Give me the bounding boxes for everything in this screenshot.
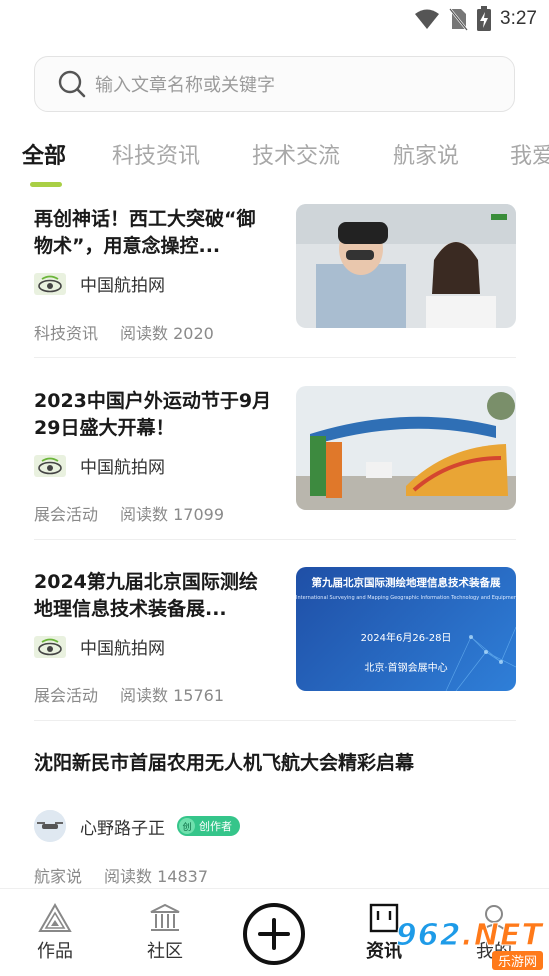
- tab-tech-news[interactable]: 科技资讯: [112, 138, 200, 170]
- status-bar: 3:27: [0, 0, 549, 40]
- article-source: 中国航拍网: [34, 634, 165, 659]
- festival-gate-image: [296, 386, 516, 510]
- article-meta: 展会活动 阅读数 17099: [34, 501, 224, 525]
- article-title: 再创神话！西工大突破“御物术”，用意念操控...: [34, 208, 256, 257]
- category-tabs: 全部 科技资讯 技术交流 航家说 我爱: [22, 138, 549, 194]
- article-reads: 阅读数 17099: [120, 505, 225, 524]
- avatar: [34, 810, 66, 842]
- article-meta: 航家说 阅读数 14837: [34, 863, 208, 887]
- no-sim-icon: [449, 8, 468, 31]
- article-title: 2023中国户外运动节于9月29日盛大开幕！: [34, 390, 272, 439]
- expo-english: International Surveying and Mapping Geog…: [296, 595, 516, 601]
- search-input[interactable]: 输入文章名称或关键字: [34, 56, 515, 112]
- watermark-suffix: .NET: [461, 918, 543, 953]
- expo-date: 2024年6月26-28日: [360, 633, 452, 644]
- source-logo-icon: [34, 635, 66, 658]
- building-community-icon: [150, 903, 180, 931]
- article-source: 中国航拍网: [34, 271, 165, 296]
- article-card-4[interactable]: 沈阳新民市首届农用无人机飞航大会精彩启幕 心野路子正 创 创作者 航家说 阅读数…: [34, 750, 516, 886]
- article-author: 心野路子正 创 创作者: [34, 810, 240, 842]
- divider: [34, 720, 516, 721]
- source-name: 中国航拍网: [80, 639, 165, 659]
- article-category: 航家说: [34, 867, 83, 886]
- article-card-2[interactable]: 2023中国户外运动节于9月29日盛大开幕！ 中国航拍网 展会活动 阅读数 17…: [34, 386, 516, 538]
- expo-headline: 第九届北京国际测绘地理信息技术装备展: [311, 577, 501, 589]
- source-name: 中国航拍网: [80, 458, 165, 478]
- article-meta: 展会活动 阅读数 15761: [34, 682, 224, 706]
- wifi-icon: [415, 9, 440, 29]
- watermark-logo: 962.NET: [395, 918, 543, 953]
- search-placeholder: 输入文章名称或关键字: [95, 75, 275, 96]
- tab-i-love[interactable]: 我爱: [510, 138, 549, 170]
- nav-label: 作品: [37, 941, 73, 962]
- article-category: 展会活动: [34, 686, 99, 705]
- watermark-digits: 962: [395, 918, 462, 953]
- expo-venue: 北京·首钢会展中心: [364, 663, 448, 674]
- source-name: 中国航拍网: [80, 276, 165, 296]
- article-reads: 阅读数 2020: [120, 324, 214, 343]
- divider: [34, 539, 516, 540]
- article-category: 展会活动: [34, 505, 99, 524]
- author-name: 心野路子正: [80, 818, 165, 839]
- triangle-works-icon: [38, 903, 72, 932]
- creator-badge-label: 创作者: [199, 820, 232, 833]
- article-thumbnail: [296, 204, 516, 328]
- vr-lab-image: [296, 204, 516, 328]
- article-card-3[interactable]: 2024第九届北京国际测绘地理信息技术装备展... 中国航拍网 展会活动 阅读数…: [34, 567, 516, 719]
- creator-badge-icon: 创: [179, 818, 195, 834]
- article-card-1[interactable]: 再创神话！西工大突破“御物术”，用意念操控... 中国航拍网 科技资讯 阅读数 …: [34, 204, 516, 356]
- article-reads: 阅读数 14837: [104, 867, 209, 886]
- article-meta: 科技资讯 阅读数 2020: [34, 320, 214, 344]
- battery-charging-icon: [477, 6, 492, 31]
- add-button[interactable]: [243, 903, 305, 965]
- watermark-subtitle: 乐游网: [491, 951, 543, 970]
- article-source: 中国航拍网: [34, 453, 165, 478]
- tab-pilot-talk[interactable]: 航家说: [393, 138, 459, 170]
- nav-community[interactable]: 社区: [130, 903, 200, 963]
- site-watermark: 962.NET 乐游网: [395, 918, 543, 970]
- bottom-navigation: 作品 社区 资讯 我的 962.NET: [0, 888, 549, 976]
- source-logo-icon: [34, 272, 66, 295]
- add-icon: [258, 918, 290, 950]
- article-thumbnail: 第九届北京国际测绘地理信息技术装备展 International Surveyi…: [296, 567, 516, 691]
- article-reads: 阅读数 15761: [120, 686, 225, 705]
- status-time: 3:27: [500, 8, 537, 29]
- source-logo-icon: [34, 454, 66, 477]
- nav-works[interactable]: 作品: [20, 903, 90, 963]
- article-title: 沈阳新民市首届农用无人机飞航大会精彩启幕: [34, 752, 415, 774]
- creator-badge: 创 创作者: [177, 816, 240, 836]
- status-icons: 3:27: [414, 6, 537, 32]
- article-thumbnail: [296, 386, 516, 510]
- tab-tech-exchange[interactable]: 技术交流: [252, 138, 340, 170]
- tab-all[interactable]: 全部: [22, 138, 66, 170]
- article-title: 2024第九届北京国际测绘地理信息技术装备展...: [34, 571, 258, 620]
- divider: [34, 357, 516, 358]
- nav-label: 社区: [147, 941, 183, 962]
- search-icon: [57, 68, 89, 100]
- article-category: 科技资讯: [34, 324, 99, 343]
- active-tab-indicator: [30, 182, 62, 187]
